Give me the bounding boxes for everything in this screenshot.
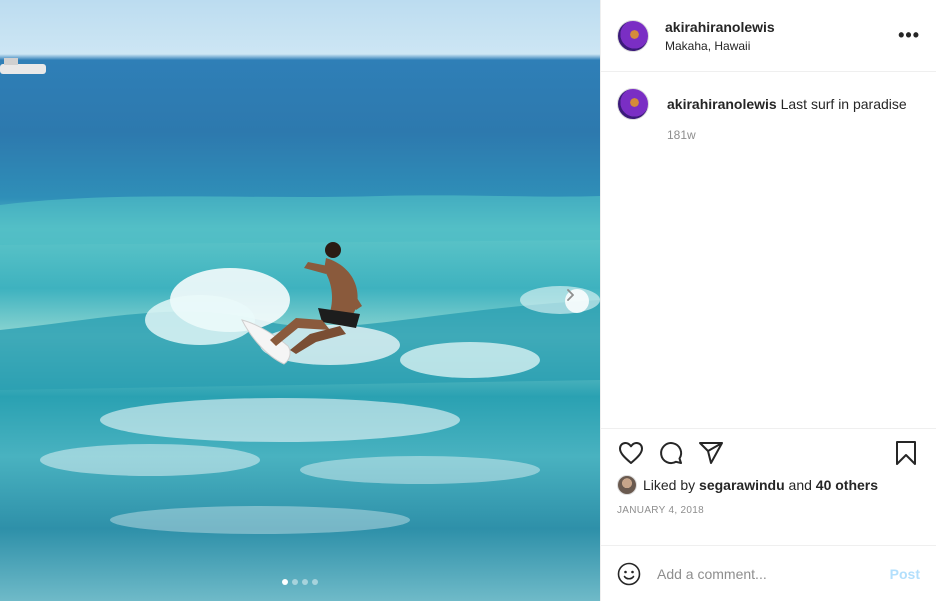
carousel-dot	[312, 579, 318, 585]
save-button[interactable]	[892, 439, 920, 467]
share-button[interactable]	[697, 439, 725, 467]
liker-avatar[interactable]	[617, 475, 637, 495]
surf-photo-illustration	[0, 58, 600, 534]
author-username[interactable]: akirahiranolewis	[665, 19, 898, 35]
instagram-post: akirahiranolewis Makaha, Hawaii ••• akir…	[0, 0, 936, 601]
caption-text-line: akirahiranolewis Last surf in paradise	[667, 96, 907, 112]
comments-section: akirahiranolewis Last surf in paradise 1…	[601, 72, 936, 428]
caption: akirahiranolewis Last surf in paradise 1…	[617, 88, 920, 142]
likes-prefix: Liked by	[643, 477, 696, 493]
bookmark-icon	[896, 441, 916, 465]
likes-others-link[interactable]: 40 others	[816, 477, 878, 493]
caption-avatar[interactable]	[617, 88, 649, 120]
post-actions: Liked by segarawindu and 40 others JANUA…	[601, 428, 936, 529]
add-comment-bar: Post	[601, 545, 936, 601]
comment-button[interactable]	[657, 439, 685, 467]
post-comment-button[interactable]: Post	[890, 566, 920, 582]
heart-icon	[619, 442, 643, 464]
liker-username[interactable]: segarawindu	[699, 477, 785, 493]
caption-timestamp[interactable]: 181w	[667, 128, 907, 142]
post-side-panel: akirahiranolewis Makaha, Hawaii ••• akir…	[600, 0, 936, 601]
post-date[interactable]: JANUARY 4, 2018	[617, 505, 920, 516]
caption-username[interactable]: akirahiranolewis	[667, 96, 777, 112]
post-header: akirahiranolewis Makaha, Hawaii •••	[601, 0, 936, 72]
like-button[interactable]	[617, 439, 645, 467]
caption-body: akirahiranolewis Last surf in paradise 1…	[667, 88, 907, 142]
comment-icon	[660, 442, 683, 465]
carousel-indicator	[282, 579, 318, 585]
caption-text: Last surf in paradise	[780, 96, 907, 112]
emoji-icon[interactable]	[617, 562, 641, 586]
action-icons	[617, 439, 920, 467]
carousel-dot	[302, 579, 308, 585]
carousel-dot	[292, 579, 298, 585]
likes-summary: Liked by segarawindu and 40 others	[617, 475, 920, 495]
share-icon	[699, 442, 723, 464]
post-photo[interactable]	[0, 0, 600, 601]
likes-conjunction: and	[788, 477, 812, 493]
more-options-icon[interactable]: •••	[898, 25, 920, 46]
carousel-next-button[interactable]	[565, 289, 589, 313]
author-info: akirahiranolewis Makaha, Hawaii	[665, 19, 898, 53]
carousel-dot	[282, 579, 288, 585]
chevron-right-icon	[567, 289, 574, 301]
author-avatar[interactable]	[617, 19, 649, 52]
post-location[interactable]: Makaha, Hawaii	[665, 39, 898, 53]
comment-input[interactable]	[655, 564, 890, 583]
